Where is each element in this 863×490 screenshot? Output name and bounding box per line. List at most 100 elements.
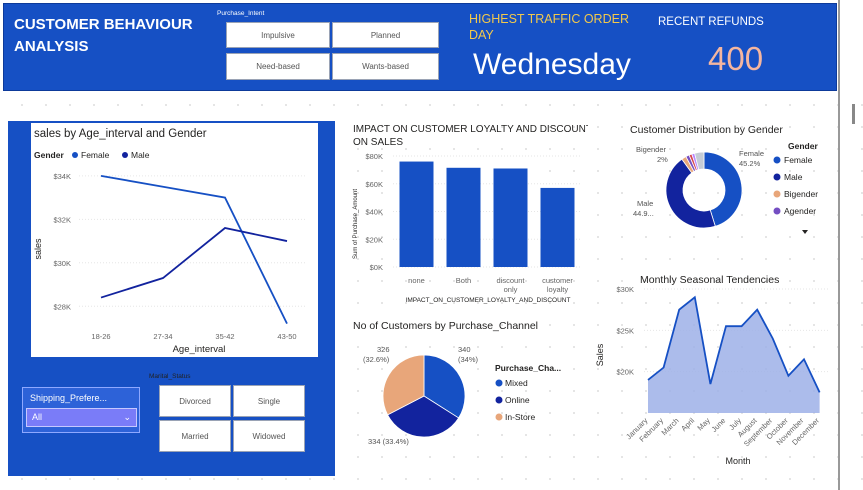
intent-option-need-based[interactable]: Need-based [226, 53, 330, 80]
line-x-tick-label: 27-34 [153, 332, 172, 341]
intent-option-impulsive[interactable]: Impulsive [226, 22, 330, 48]
pie-label-mixed-count: 340 [458, 345, 471, 354]
line-series-female [100, 174, 288, 325]
bar-y-tick-label: $20K [365, 235, 383, 244]
area-y-tick-label: $30K [616, 285, 634, 294]
area-x-tick-label: April [679, 416, 696, 433]
line-x-tick-label: 18-26 [91, 332, 110, 341]
pie-chart-title: No of Customers by Purchase_Channel [353, 320, 538, 332]
area-x-tick-label: May [695, 416, 712, 433]
shipping-dropdown[interactable]: All ⌄ [26, 408, 137, 427]
sales-age-gender-chart: sales by Age_interval and Gender Gender … [33, 128, 306, 355]
bar-x-tick-label: customer [542, 276, 573, 285]
pie-label-instore-count: 326 [377, 345, 390, 354]
donut-label-bigender-pct: 2% [657, 155, 668, 164]
donut-label-female-pct: 45.2% [739, 159, 761, 168]
donut-legend-bigender: Bigender [784, 189, 818, 199]
bar-2 [493, 168, 528, 267]
bar-y-tick-label: $80K [365, 152, 383, 161]
dashboard: CUSTOMER BEHAVIOUR ANALYSIS Purchase_Int… [0, 0, 863, 490]
line-y-tick-label: $30K [53, 259, 71, 268]
bar-y-axis-label: Sum of Purchase_Amount [353, 189, 359, 259]
bar-0 [399, 161, 434, 267]
bar-x-tick-label: Both [456, 276, 471, 285]
shipping-slicer-label: Shipping_Prefere... [30, 393, 108, 403]
line-y-tick-label: $28K [53, 302, 71, 311]
bar-x-tick-label: none [408, 276, 425, 285]
line-y-tick-label: $34K [53, 172, 71, 181]
area-y-tick-label: $20K [616, 368, 634, 377]
purchase-intent-label: Purchase_Intent [217, 10, 265, 17]
header-banner: CUSTOMER BEHAVIOUR ANALYSIS Purchase_Int… [3, 3, 837, 91]
line-x-axis-label: Age_interval [173, 344, 226, 355]
pie-label-online: 334 (33.4%) [368, 437, 409, 446]
dashboard-title: CUSTOMER BEHAVIOUR ANALYSIS [14, 16, 193, 55]
bar-chart-title-line1: IMPACT ON CUSTOMER LOYALTY AND DISCOUNT [353, 124, 588, 135]
shipping-dropdown-value: All [32, 412, 43, 422]
bar-3 [540, 187, 575, 267]
donut-legend-male: Male [784, 172, 803, 182]
pie-label-mixed-pct: (34%) [458, 355, 479, 364]
donut-label-male-pct: 44.9... [633, 209, 654, 218]
area-chart-title: Monthly Seasonal Tendencies [640, 274, 779, 286]
pie-legend-title: Purchase_Cha... [495, 363, 561, 373]
donut-legend-female: Female [784, 155, 813, 165]
bar-x-tick-label: only [504, 285, 518, 294]
traffic-kpi-value: Wednesday [473, 48, 631, 81]
area-x-tick-label: June [710, 416, 728, 434]
line-y-axis-label: sales [33, 238, 43, 260]
area-y-axis-label: Sales [595, 343, 605, 366]
pie-legend-mixed: Mixed [505, 378, 528, 388]
marital-option-single[interactable]: Single [233, 385, 305, 417]
pie-legend-online-marker [495, 396, 503, 404]
donut-legend-bigender-marker [773, 190, 781, 198]
donut-chart-title: Customer Distribution by Gender [630, 124, 783, 136]
legend-male-label: Male [131, 150, 150, 160]
donut-legend-title: Gender [788, 141, 818, 151]
line-x-tick-label: 35-42 [215, 332, 234, 341]
bar-chart-title-line2: ON SALES [353, 137, 403, 148]
donut-legend-agender-marker [773, 207, 781, 215]
area-y-tick-label: $25K [616, 326, 634, 335]
pie-label-instore-pct: (32.6%) [363, 355, 390, 364]
purchase-channel-pie-chart: No of Customers by Purchase_Channel 326 … [353, 320, 561, 446]
loyalty-discount-bar-chart: IMPACT ON CUSTOMER LOYALTY AND DISCOUNT … [353, 124, 588, 304]
legend-male-marker [122, 152, 128, 158]
bar-x-tick-label: discount [497, 276, 526, 285]
left-panel: sales by Age_interval and Gender Gender … [8, 121, 335, 476]
intent-option-wants-based[interactable]: Wants-based [332, 53, 439, 80]
bar-x-tick-label: loyalty [547, 285, 569, 294]
bar-x-axis-label: IMPACT_ON_CUSTOMER_LOYALTY_AND_DISCOUNT [406, 297, 571, 304]
line-legend-title: Gender [34, 150, 64, 160]
refunds-kpi-label: RECENT REFUNDS [658, 16, 764, 28]
pie-legend-instore: In-Store [505, 412, 536, 422]
intent-option-planned[interactable]: Planned [332, 22, 439, 48]
legend-female-marker [72, 152, 78, 158]
donut-label-male: Male [637, 199, 653, 208]
legend-more-arrow-icon[interactable] [802, 230, 808, 234]
line-chart-title: sales by Age_interval and Gender [34, 128, 207, 140]
area-x-axis-label: Month [725, 456, 750, 466]
pie-legend-online: Online [505, 395, 530, 405]
bar-y-tick-label: $40K [365, 208, 383, 217]
marital-option-married[interactable]: Married [159, 420, 231, 452]
marital-option-divorced[interactable]: Divorced [159, 385, 231, 417]
bar-1 [446, 167, 481, 267]
donut-legend-agender: Agender [784, 206, 816, 216]
shipping-slicer: Shipping_Prefere... All ⌄ [22, 387, 140, 433]
legend-female-label: Female [81, 150, 110, 160]
traffic-kpi-label: HIGHEST TRAFFIC ORDER DAY [469, 12, 629, 42]
scroll-indicator[interactable] [852, 104, 855, 124]
bar-y-tick-label: $60K [365, 180, 383, 189]
marital-status-label: Marital_Status [149, 373, 191, 380]
marital-option-widowed[interactable]: Widowed [233, 420, 305, 452]
chevron-down-icon: ⌄ [123, 412, 131, 422]
line-chart-card: sales by Age_interval and Gender Gender … [31, 123, 318, 357]
line-x-tick-label: 43-50 [277, 332, 296, 341]
donut-legend-female-marker [773, 156, 781, 164]
pie-legend-instore-marker [495, 413, 503, 421]
donut-label-bigender: Bigender [636, 145, 667, 154]
bar-y-tick-label: $0K [370, 263, 383, 272]
donut-label-female: Female [739, 149, 764, 158]
gender-donut-chart: Customer Distribution by Gender Bigender… [630, 124, 818, 234]
